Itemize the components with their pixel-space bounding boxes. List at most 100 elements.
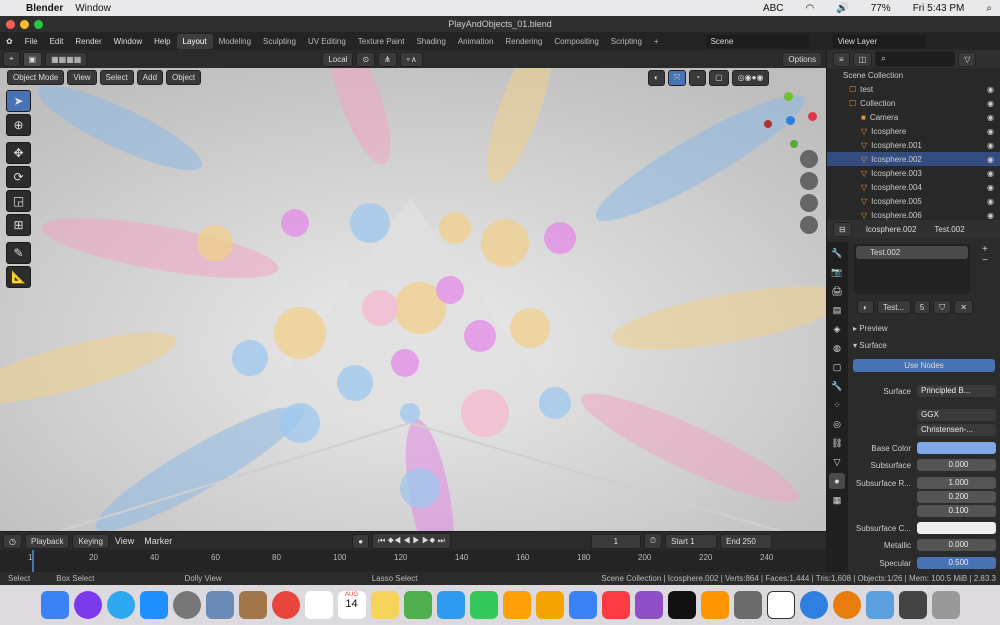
add-workspace-button[interactable]: +	[648, 34, 665, 49]
window-menu[interactable]: Window	[75, 3, 111, 14]
data-tab-icon[interactable]: ▽	[829, 454, 845, 470]
visibility-eye-icon[interactable]: ◉	[987, 99, 994, 108]
material-slot-list[interactable]: Test.002	[854, 244, 970, 294]
menu-window[interactable]: Window	[108, 37, 148, 46]
navigation-gizmo[interactable]	[764, 92, 822, 150]
gizmo-neg-y-axis[interactable]	[790, 140, 798, 148]
facetime-icon[interactable]	[469, 591, 498, 619]
tab-modeling[interactable]: Modeling	[213, 34, 257, 49]
subsurface-radius-y[interactable]: 0.200	[917, 491, 996, 503]
view-layer-tab-icon[interactable]: ▤	[829, 302, 845, 318]
launchpad-icon[interactable]	[172, 591, 201, 619]
tab-sculpting[interactable]: Sculpting	[257, 34, 302, 49]
visibility-eye-icon[interactable]: ◉	[987, 127, 994, 136]
render-tab-icon[interactable]: 📷	[829, 264, 845, 280]
subsurface-color-swatch[interactable]	[917, 522, 996, 534]
material-browse-icon[interactable]: ◐	[857, 300, 874, 314]
books-icon[interactable]	[700, 591, 729, 619]
modifier-tab-icon[interactable]: 🔧	[829, 378, 845, 394]
output-tab-icon[interactable]: 🖨	[829, 283, 845, 299]
transform-orientation-select[interactable]: Local	[322, 51, 354, 67]
unlink-material-icon[interactable]: ✕	[954, 300, 973, 314]
chrome-icon[interactable]	[271, 591, 300, 619]
menu-view[interactable]: View	[67, 70, 97, 85]
menu-select[interactable]: Select	[99, 70, 134, 85]
visibility-eye-icon[interactable]: ◉	[987, 211, 994, 220]
visibility-eye-icon[interactable]: ◉	[987, 85, 994, 94]
menu-object[interactable]: Object	[166, 70, 202, 85]
maps-icon[interactable]	[403, 591, 432, 619]
shading-modes-icon[interactable]: ◎◉●◉	[731, 70, 770, 86]
outliner-display-mode-icon[interactable]: ◫	[852, 51, 873, 67]
gizmo-toggle-icon[interactable]: ⤧	[667, 70, 687, 86]
scene-tab-icon[interactable]: ◈	[829, 321, 845, 337]
gizmo-z-axis[interactable]	[786, 116, 795, 125]
clock[interactable]: Fri 5:43 PM	[913, 3, 965, 14]
minimize-window-button[interactable]	[20, 20, 29, 29]
rotate-tool-icon[interactable]: ⟳	[6, 166, 31, 188]
marker-menu[interactable]: Marker	[144, 536, 172, 546]
outliner-item[interactable]: ▽ Icosphere.001 ◉	[827, 138, 1000, 152]
siri-icon[interactable]	[73, 591, 102, 619]
folder-icon[interactable]	[865, 591, 894, 619]
subsurface-radius-x[interactable]: 1.000	[917, 477, 996, 489]
blender-dock-icon[interactable]	[832, 591, 861, 619]
app-store-icon[interactable]	[139, 591, 168, 619]
podcasts-icon[interactable]	[634, 591, 663, 619]
outliner-item[interactable]: ■ Camera ◉	[827, 110, 1000, 124]
safari-icon[interactable]	[106, 591, 135, 619]
volume-icon[interactable]: 🔊	[836, 3, 848, 14]
stopwatch-icon[interactable]: ⏱	[643, 533, 663, 549]
input-source-icon[interactable]: ABC	[763, 3, 784, 14]
xray-icon[interactable]: ▢	[709, 70, 729, 86]
object-mode-select[interactable]: Object Mode	[7, 70, 65, 85]
finder-icon[interactable]	[40, 591, 69, 619]
visibility-eye-icon[interactable]: ◉	[987, 141, 994, 150]
grid-view-icon[interactable]	[800, 216, 818, 234]
visibility-eye-icon[interactable]: ◉	[987, 197, 994, 206]
editor-type-icon[interactable]: ⌖	[3, 51, 20, 67]
select-tool-icon[interactable]: ➤	[6, 90, 31, 112]
object-tab-icon[interactable]: ▢	[829, 359, 845, 375]
notefile-icon[interactable]	[238, 591, 267, 619]
blender-logo-icon[interactable]: ✿	[0, 37, 19, 46]
specular-field[interactable]: 0.500	[917, 557, 996, 569]
visibility-icon[interactable]: ◐	[648, 70, 665, 86]
timeline-editor-icon[interactable]: ◷	[3, 533, 22, 549]
subsurface-method-select[interactable]: Christensen-...	[917, 424, 996, 436]
current-frame-field[interactable]: 1	[590, 533, 641, 549]
close-window-button[interactable]	[6, 20, 15, 29]
outliner-item[interactable]: ▽ Icosphere.003 ◉	[827, 166, 1000, 180]
record-icon[interactable]: ●	[352, 533, 370, 549]
camera-view-icon[interactable]	[800, 194, 818, 212]
material-tab-icon[interactable]: ●	[829, 473, 845, 489]
surface-shader-select[interactable]: Principled B...	[917, 385, 996, 397]
frame-start-field[interactable]: Start 1	[665, 533, 718, 549]
outliner-editor-icon[interactable]: ≡	[833, 51, 850, 67]
filter-icon[interactable]: ▽	[958, 51, 977, 67]
world-tab-icon[interactable]: ◍	[829, 340, 845, 356]
metallic-field[interactable]: 0.000	[917, 539, 996, 551]
material-name-field[interactable]: Test...	[876, 300, 911, 314]
photos-icon[interactable]	[502, 591, 531, 619]
material-users-count[interactable]: 5	[913, 300, 931, 314]
tv-icon[interactable]	[667, 591, 696, 619]
visibility-eye-icon[interactable]: ◉	[987, 169, 994, 178]
tab-rendering[interactable]: Rendering	[499, 34, 548, 49]
menu-add[interactable]: Add	[136, 70, 164, 85]
physics-tab-icon[interactable]: ◎	[829, 416, 845, 432]
3d-viewport[interactable]: Object Mode View Select Add Object ◐ ⤧ ◔…	[0, 68, 826, 531]
gizmo-x-axis[interactable]	[808, 112, 817, 121]
search-icon[interactable]: ⌕	[986, 3, 992, 14]
tab-layout[interactable]: Layout	[176, 33, 213, 49]
select-mode-set-icon[interactable]: ▦▦▦▦	[45, 51, 88, 67]
subsurface-field[interactable]: 0.000	[917, 459, 996, 471]
playhead[interactable]	[32, 550, 34, 572]
outliner-item[interactable]: ☐ test ◉	[827, 82, 1000, 96]
view-layer-selector[interactable]: View Layer	[831, 33, 927, 49]
texture-tab-icon[interactable]: ▦	[829, 492, 845, 508]
outliner-item[interactable]: ▽ Icosphere ◉	[827, 124, 1000, 138]
scene-selector[interactable]: Scene	[704, 33, 810, 49]
window-preview-icon[interactable]	[898, 591, 927, 619]
properties-editor-icon[interactable]: ⊟	[833, 221, 852, 237]
